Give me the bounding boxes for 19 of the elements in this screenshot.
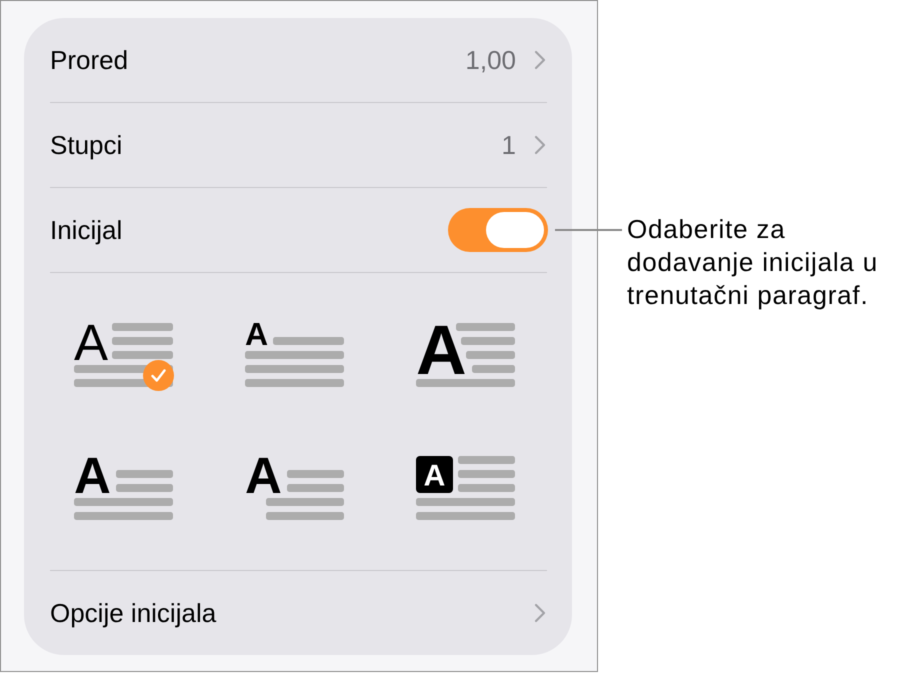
chevron-right-icon[interactable]	[534, 603, 546, 623]
row-label: Opcije inicijala	[50, 598, 216, 628]
row-label: Inicijal	[50, 214, 122, 246]
letter-tile-icon	[416, 456, 453, 492]
drop-cap-style-option[interactable]: A	[416, 318, 516, 391]
drop-cap-style-option[interactable]: A	[416, 452, 516, 525]
checkmark-icon	[143, 360, 174, 391]
drop-cap-style-option[interactable]: A	[245, 452, 345, 525]
chevron-right-icon[interactable]	[534, 50, 546, 70]
row-label: Stupci	[50, 130, 122, 160]
callout-text: Odaberite za dodavanje inicijala u trenutačni paragraf.	[627, 213, 879, 312]
row-value: 1	[502, 130, 516, 160]
drop-cap-style-option[interactable]: A	[245, 318, 345, 391]
row-label: Prored	[50, 44, 128, 76]
drop-cap-style-option[interactable]: A	[74, 452, 174, 525]
chevron-right-icon[interactable]	[534, 135, 546, 155]
row-value: 1,00	[465, 44, 516, 76]
toggle-switch[interactable]	[448, 208, 548, 252]
drop-cap-style-option[interactable]: A	[74, 318, 174, 391]
